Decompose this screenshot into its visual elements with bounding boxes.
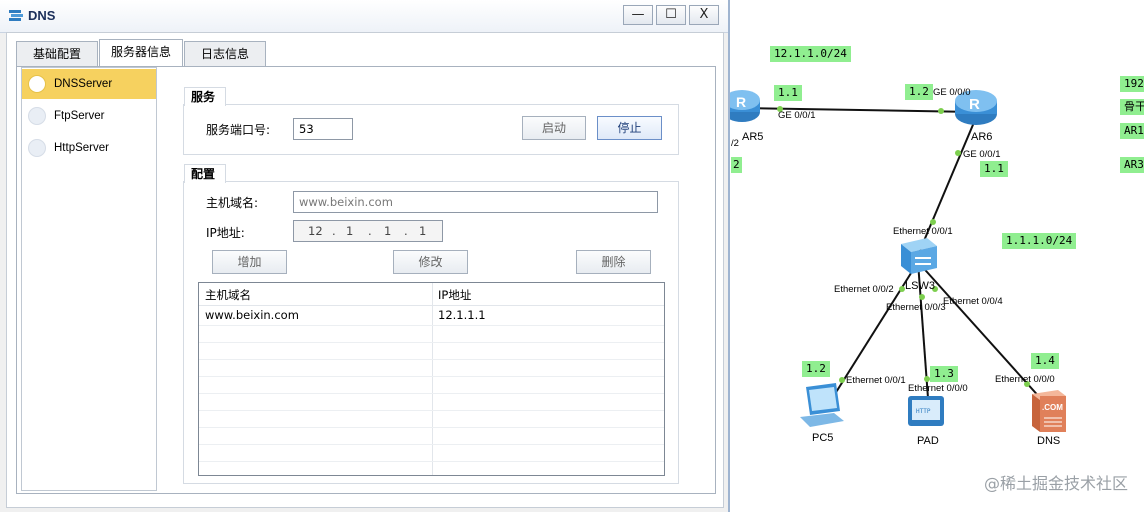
row-divider [199, 427, 664, 428]
ip-octet: 1 [419, 224, 427, 238]
column-header-ip: IP地址 [438, 288, 472, 302]
config-group-title: 配置 [184, 164, 227, 183]
subnet-tag: 12.1.1.0/24 [770, 46, 851, 62]
config-group: 配置 主机域名: www.beixin.com IP地址: 12 . 1 . 1… [183, 164, 679, 484]
port-label: Ethernet 0/0/2 [834, 284, 894, 295]
cell-host: www.beixin.com [205, 308, 299, 322]
addr-tag: 1.3 [930, 366, 958, 382]
delete-button[interactable]: 删除 [576, 250, 651, 274]
server-item-ftp[interactable]: FtpServer [22, 101, 156, 131]
server-list: DNSServer FtpServer HttpServer [21, 67, 157, 491]
server-item-label: FtpServer [54, 110, 105, 122]
addr-tag: 2 [731, 157, 742, 173]
ip-dot: . [404, 224, 408, 238]
addr-tag: 1.1 [980, 161, 1008, 177]
switch-lsw3-icon[interactable] [897, 236, 939, 276]
device-name-ar5: AR5 [742, 131, 764, 143]
dialog-content: 基础配置 服务器信息 日志信息 DNSServer FtpServer Http… [6, 32, 724, 508]
port-label: 服务端口号: [206, 123, 271, 137]
svg-text:R: R [736, 94, 746, 110]
column-divider [432, 283, 433, 475]
cell-ip: 12.1.1.1 [438, 308, 486, 322]
addr-tag: 1.2 [905, 84, 933, 100]
ip-octet: 12 [308, 224, 323, 238]
host-input[interactable]: www.beixin.com [293, 191, 658, 213]
dns-dialog-window: DNS — ☐ X 基础配置 服务器信息 日志信息 DNSServer FtpS… [0, 0, 730, 512]
subnet-tag: AR3 [1120, 157, 1144, 173]
ip-input[interactable]: 12 . 1 . 1 . 1 [293, 220, 443, 242]
close-button[interactable]: X [689, 5, 719, 25]
port-label: GE 0/0/0 [933, 87, 971, 98]
device-name-pc5: PC5 [812, 432, 834, 444]
server-item-label: DNSServer [54, 78, 113, 90]
ip-octet: 1 [346, 224, 354, 238]
column-header-host: 主机域名 [205, 288, 251, 302]
pad-icon[interactable]: HTTP [906, 394, 948, 430]
ip-octet: 1 [384, 224, 392, 238]
ip-label: IP地址: [206, 226, 245, 240]
port-label: Ethernet 0/0/4 [943, 296, 1003, 307]
dns-app-icon [9, 10, 23, 21]
maximize-button[interactable]: ☐ [656, 5, 686, 25]
service-group-title: 服务 [184, 87, 227, 106]
row-divider [199, 325, 664, 326]
server-info-panel: DNSServer FtpServer HttpServer 服务 服务端口号:… [16, 66, 716, 494]
device-name-lsw3: LSW3 [905, 280, 935, 292]
stop-button[interactable]: 停止 [597, 116, 662, 140]
device-name-pad: PAD [917, 435, 939, 447]
server-status-icon [28, 75, 46, 93]
svg-text:.COM: .COM [1042, 403, 1063, 412]
tab-basic-config[interactable]: 基础配置 [16, 41, 98, 66]
window-title: DNS [28, 8, 56, 23]
tab-server-info[interactable]: 服务器信息 [99, 39, 183, 66]
row-divider [199, 393, 664, 394]
host-label: 主机域名: [206, 196, 259, 210]
server-item-dns[interactable]: DNSServer [22, 69, 156, 99]
port-label: GE 0/0/1 [963, 149, 1001, 160]
title-bar[interactable]: DNS — ☐ X [0, 0, 728, 33]
port-label: Ethernet 0/0/0 [908, 383, 968, 394]
server-item-label: HttpServer [54, 142, 109, 154]
service-group: 服务 服务端口号: 53 启动 停止 [183, 87, 679, 155]
device-name-dns: DNS [1037, 435, 1061, 447]
row-divider [199, 410, 664, 411]
row-divider [199, 461, 664, 462]
port-label: Ethernet 0/0/1 [846, 375, 906, 386]
server-status-icon [28, 107, 46, 125]
row-divider [199, 444, 664, 445]
dns-records-table: 主机域名 IP地址 www.beixin.com 12.1.1.1 [198, 282, 665, 476]
minimize-button[interactable]: — [623, 5, 653, 25]
port-input[interactable]: 53 [293, 118, 353, 140]
addr-tag: 1.1 [774, 85, 802, 101]
subnet-tag: AR1 [1120, 123, 1144, 139]
dns-server-icon[interactable]: .COM [1028, 388, 1070, 434]
addr-tag: 1.2 [802, 361, 830, 377]
ip-dot: . [368, 224, 372, 238]
start-button[interactable]: 启动 [522, 116, 586, 140]
subnet-tag: 骨干 [1120, 99, 1144, 115]
port-label: Ethernet 0/0/0 [995, 374, 1055, 385]
row-divider [199, 359, 664, 360]
port-label: GE 0/0/1 [778, 110, 816, 121]
ip-dot: . [332, 224, 336, 238]
svg-text:R: R [969, 96, 980, 113]
row-divider [199, 376, 664, 377]
modify-button[interactable]: 修改 [393, 250, 468, 274]
subnet-tag: 1.1.1.0/24 [1002, 233, 1077, 249]
addr-tag: 1.4 [1031, 353, 1059, 369]
device-name-ar6: AR6 [971, 131, 993, 143]
subnet-tag: 192 [1120, 76, 1144, 92]
server-item-http[interactable]: HttpServer [22, 133, 156, 163]
svg-text:HTTP: HTTP [916, 408, 931, 415]
port-label: /2 [731, 138, 739, 149]
add-button[interactable]: 增加 [212, 250, 287, 274]
port-label: Ethernet 0/0/1 [893, 226, 953, 237]
pc5-icon[interactable] [798, 383, 848, 429]
server-status-icon [28, 139, 46, 157]
tab-log-info[interactable]: 日志信息 [184, 41, 266, 66]
watermark: @稀土掘金技术社区 [983, 474, 1128, 493]
port-label: Ethernet 0/0/3 [886, 302, 946, 313]
row-divider [199, 342, 664, 343]
